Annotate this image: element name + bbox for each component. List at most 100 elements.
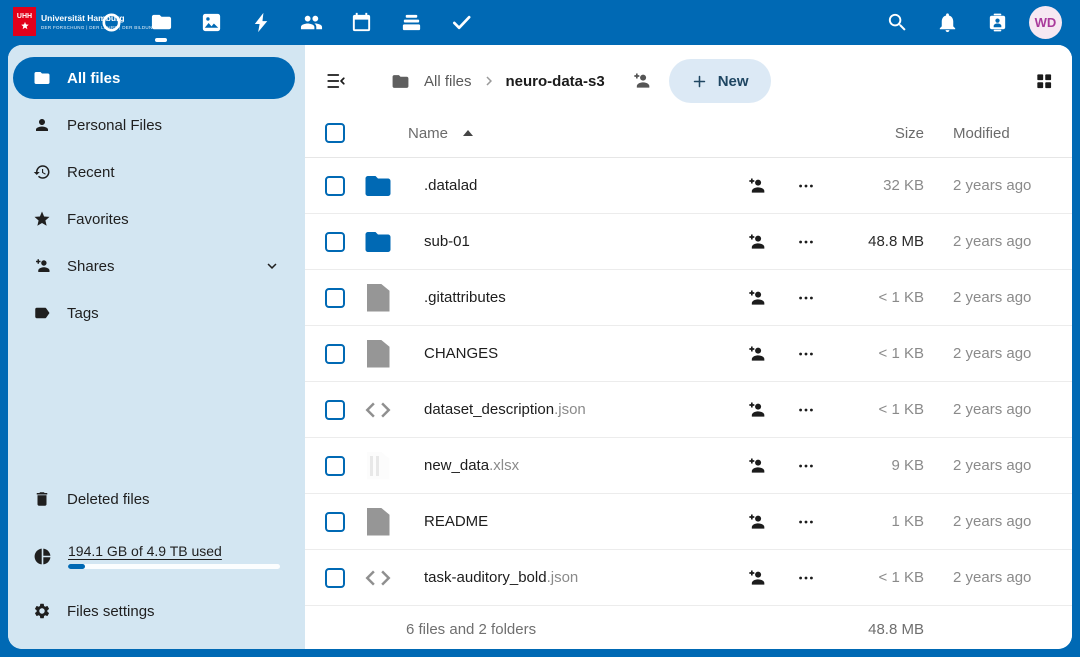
column-header-size[interactable]: Size (831, 125, 924, 142)
file-size: 32 KB (831, 177, 924, 194)
ellipsis-icon (796, 400, 816, 420)
file-row[interactable]: CHANGES < 1 KB 2 years ago (305, 326, 1072, 382)
share-button[interactable] (731, 511, 781, 533)
app-calendar[interactable] (336, 0, 386, 45)
sidebar-item-deleted-files[interactable]: Deleted files (13, 478, 295, 520)
share-button[interactable] (731, 175, 781, 197)
actions-menu-button[interactable] (781, 567, 831, 589)
storage-quota[interactable]: 194.1 GB of 4.9 TB used (13, 527, 295, 585)
person-plus-icon (746, 568, 766, 588)
sidebar-item-all-files[interactable]: All files (13, 57, 295, 99)
quota-progress-fill (68, 564, 85, 569)
file-name[interactable]: .gitattributes (424, 289, 731, 306)
breadcrumb-root[interactable]: All files (424, 73, 472, 90)
file-name[interactable]: CHANGES (424, 345, 731, 362)
file-name[interactable]: sub-01 (424, 233, 731, 250)
sidebar-item-files-settings[interactable]: Files settings (13, 590, 295, 632)
actions-menu-button[interactable] (781, 343, 831, 365)
file-name[interactable]: README (424, 513, 731, 530)
row-checkbox[interactable] (325, 400, 345, 420)
spreadsheet-file-icon (362, 452, 394, 480)
select-all-checkbox[interactable] (325, 123, 345, 143)
actions-menu-button[interactable] (781, 175, 831, 197)
grid-view-toggle-button[interactable] (1034, 71, 1054, 91)
sort-ascending-icon (463, 130, 473, 136)
file-name[interactable]: task-auditory_bold.json (424, 569, 731, 586)
person-plus-icon (746, 288, 766, 308)
file-row[interactable]: new_data.xlsx 9 KB 2 years ago (305, 438, 1072, 494)
toggle-sidebar-button[interactable] (325, 70, 347, 92)
folder-icon (33, 69, 51, 87)
user-avatar[interactable]: WD (1029, 6, 1062, 39)
history-clock-icon (33, 163, 51, 181)
actions-menu-button[interactable] (781, 399, 831, 421)
file-row[interactable]: README 1 KB 2 years ago (305, 494, 1072, 550)
share-button[interactable] (731, 343, 781, 365)
row-checkbox[interactable] (325, 232, 345, 252)
sidebar-item-tags[interactable]: Tags (13, 292, 295, 334)
lightning-bolt-icon (250, 11, 273, 34)
app-files[interactable] (136, 0, 186, 45)
share-button[interactable] (731, 287, 781, 309)
person-plus-icon (746, 456, 766, 476)
file-row[interactable]: .datalad 32 KB 2 years ago (305, 158, 1072, 214)
file-name[interactable]: dataset_description.json (424, 401, 731, 418)
new-button[interactable]: New (669, 59, 771, 103)
ellipsis-icon (796, 288, 816, 308)
ellipsis-icon (796, 568, 816, 588)
share-button[interactable] (731, 455, 781, 477)
sidebar-item-recent[interactable]: Recent (13, 151, 295, 193)
search-button[interactable] (872, 0, 922, 45)
app-deck[interactable] (386, 0, 436, 45)
share-button[interactable] (731, 399, 781, 421)
row-checkbox[interactable] (325, 568, 345, 588)
row-checkbox[interactable] (325, 344, 345, 364)
app-photos[interactable] (186, 0, 236, 45)
actions-menu-button[interactable] (781, 511, 831, 533)
share-button[interactable] (731, 231, 781, 253)
file-row[interactable]: sub-01 48.8 MB 2 years ago (305, 214, 1072, 270)
sidebar-item-label: Deleted files (67, 491, 150, 508)
uhh-logo-mark: UHH (13, 7, 36, 36)
notifications-button[interactable] (922, 0, 972, 45)
share-button[interactable] (731, 567, 781, 589)
app-contacts[interactable] (286, 0, 336, 45)
file-row[interactable]: dataset_description.json < 1 KB 2 years … (305, 382, 1072, 438)
sidebar-item-favorites[interactable]: Favorites (13, 198, 295, 240)
row-checkbox[interactable] (325, 176, 345, 196)
quota-progress-bar (68, 564, 280, 569)
app-tasks[interactable] (436, 0, 486, 45)
share-folder-button[interactable] (631, 71, 651, 91)
person-plus-icon (746, 400, 766, 420)
file-name[interactable]: .datalad (424, 177, 731, 194)
sidebar-item-personal-files[interactable]: Personal Files (13, 104, 295, 146)
row-checkbox[interactable] (325, 512, 345, 532)
contact-card-icon (986, 11, 1009, 34)
sidebar-toggle-icon (325, 70, 347, 92)
breadcrumb-folder-icon[interactable] (391, 72, 410, 91)
contacts-menu-button[interactable] (972, 0, 1022, 45)
actions-menu-button[interactable] (781, 287, 831, 309)
column-header-name[interactable]: Name (408, 125, 473, 142)
sidebar-bottom: Deleted files 194.1 GB of 4.9 TB used Fi… (8, 478, 305, 649)
expand-shares-button[interactable] (263, 257, 281, 275)
file-icon (362, 284, 394, 312)
file-row[interactable]: .gitattributes < 1 KB 2 years ago (305, 270, 1072, 326)
app-activity[interactable] (236, 0, 286, 45)
file-row[interactable]: task-auditory_bold.json < 1 KB 2 years a… (305, 550, 1072, 606)
sidebar-item-shares[interactable]: Shares (13, 245, 295, 287)
actions-menu-button[interactable] (781, 455, 831, 477)
person-plus-icon (631, 71, 651, 91)
actions-menu-button[interactable] (781, 231, 831, 253)
app-dashboard[interactable] (86, 0, 136, 45)
files-main: All files neuro-data-s3 New Name (305, 45, 1072, 649)
column-header-modified[interactable]: Modified (924, 125, 1032, 142)
checkmark-icon (450, 11, 473, 34)
row-checkbox[interactable] (325, 456, 345, 476)
person-plus-icon (33, 257, 51, 275)
breadcrumb-current-folder[interactable]: neuro-data-s3 (506, 73, 605, 90)
file-name[interactable]: new_data.xlsx (424, 457, 731, 474)
gear-icon (33, 602, 51, 620)
dashboard-icon (100, 11, 123, 34)
row-checkbox[interactable] (325, 288, 345, 308)
